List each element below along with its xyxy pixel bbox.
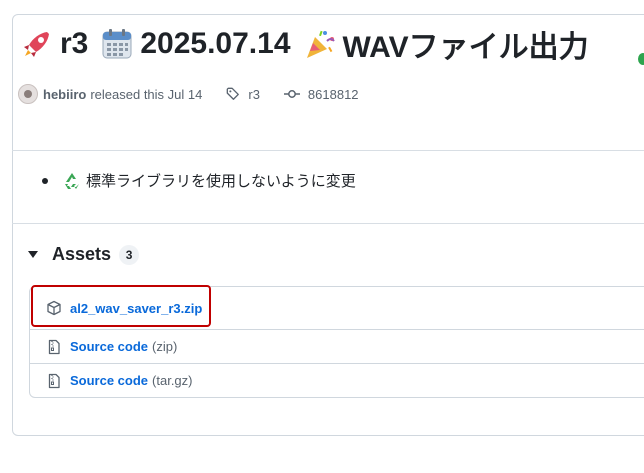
released-text: released this Jul 14 — [90, 86, 203, 102]
release-tag-title: r3 — [60, 27, 89, 60]
release-title-text: WAVファイル出力 — [342, 31, 589, 64]
caret-down-icon — [28, 251, 38, 258]
asset-row: Source code (zip) — [30, 329, 644, 363]
calendar-icon — [102, 29, 132, 59]
divider — [12, 150, 644, 151]
bullet — [42, 177, 48, 184]
party-popper-icon — [306, 30, 335, 58]
source-code-tar-link[interactable]: Source code — [70, 373, 148, 388]
source-code-zip-link[interactable]: Source code — [70, 339, 148, 354]
assets-title: Assets — [52, 244, 112, 264]
commit-icon — [283, 90, 300, 98]
rocket-icon — [24, 32, 49, 57]
release-date: 2025.07.14 — [140, 27, 291, 60]
note-text: 標準ライブラリを使用しないように変更 — [86, 173, 356, 190]
release-meta: hebiiro released this Jul 14 r3 8618812 — [18, 84, 359, 104]
file-zip-icon — [48, 339, 60, 354]
assets-count-badge: 3 — [119, 244, 140, 265]
highlight-box — [31, 285, 211, 327]
status-dot — [638, 53, 644, 65]
asset-row: Source code (tar.gz) — [30, 363, 644, 397]
commit-link[interactable]: 8618812 — [283, 86, 359, 102]
asset-format: (zip) — [152, 339, 178, 354]
divider — [12, 223, 644, 224]
avatar[interactable] — [18, 84, 38, 104]
asset-format: (tar.gz) — [152, 373, 193, 388]
file-zip-icon — [48, 373, 60, 388]
release-notes: 標準ライブラリを使用しないように変更 — [42, 170, 356, 191]
assets-toggle[interactable]: Assets 3 — [28, 244, 140, 265]
recycle-icon — [65, 172, 79, 189]
release-title: r3 2025.07.14 WAVファイル出力 — [20, 22, 589, 66]
tag-label: r3 — [248, 86, 260, 102]
commit-sha: 8618812 — [307, 86, 359, 102]
tag-icon — [227, 87, 240, 100]
author-link[interactable]: hebiiro — [43, 87, 86, 102]
tag-link[interactable]: r3 — [226, 87, 260, 102]
